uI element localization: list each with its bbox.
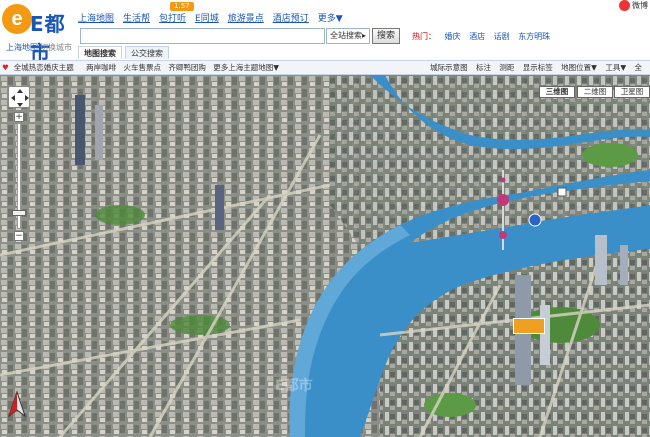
tool-position[interactable]: 地图位置▼: [561, 63, 597, 72]
map-type-3d[interactable]: 三维图: [539, 86, 575, 98]
north-arrow-icon: [8, 390, 26, 418]
nav-life[interactable]: 生活帮: [123, 11, 150, 24]
top-nav: 上海地图 生活帮 包打听 1.57 E同城 旅游景点 酒店预订 更多▼: [78, 2, 352, 24]
pan-arrows-icon: [11, 89, 29, 107]
zoom-slider-thumb[interactable]: [12, 210, 26, 216]
search-input[interactable]: [80, 28, 325, 44]
pan-control[interactable]: [8, 86, 30, 108]
map-tools: 城际示意图 标注 测距 显示标签 地图位置▼ 工具▼ 全: [430, 61, 648, 74]
tool-intercity[interactable]: 城际示意图: [430, 63, 468, 72]
theme-links: ♥ 全城热恋婚庆主题 两岸咖啡 火车售票点 齐卿鸭团购 更多上海主题地图▼: [2, 61, 284, 74]
theme-coffee[interactable]: 两岸咖啡: [86, 63, 116, 72]
heart-icon: ♥: [2, 63, 9, 72]
logo-e-icon: e: [2, 4, 32, 34]
map-type-satellite[interactable]: 卫星图: [614, 86, 650, 98]
map-watermark: E都市: [275, 378, 313, 394]
theme-more[interactable]: 更多上海主题地图▼: [213, 63, 279, 72]
nav-travel[interactable]: 旅游景点: [228, 11, 264, 24]
hot-item[interactable]: 酒店: [469, 32, 485, 41]
theme-wedding-label: 全城热恋婚庆主题: [13, 63, 74, 72]
map-3d-render: [0, 75, 650, 437]
search-scope-select[interactable]: 全站搜索▸: [326, 28, 370, 44]
zoom-out-button[interactable]: −: [14, 231, 24, 241]
tool-tools[interactable]: 工具▼: [605, 63, 626, 72]
nav-city[interactable]: E同城: [195, 11, 219, 24]
map-canvas[interactable]: E都市: [0, 75, 650, 437]
tool-mark[interactable]: 标注: [476, 63, 491, 72]
nav-ask-label: 包打听: [159, 14, 187, 24]
compass-icon: [5, 390, 29, 420]
nav-badge: 1.57: [170, 2, 194, 11]
search-button[interactable]: 搜索: [372, 28, 400, 44]
search-tabs: 地图搜索 公交搜索: [78, 46, 172, 59]
theme-train[interactable]: 火车售票点: [124, 63, 162, 72]
logo-subtitle: 上海地图 切换城市: [6, 42, 72, 53]
theme-toolbar: ♥ 全城热恋婚庆主题 两岸咖啡 火车售票点 齐卿鸭团购 更多上海主题地图▼ 城际示…: [0, 60, 650, 75]
header: e E都市 上海地图 切换城市 上海地图 生活帮 包打听 1.57 E同城 旅游景点…: [0, 0, 650, 65]
hot-item[interactable]: 婚庆: [445, 32, 461, 41]
hot-item[interactable]: 话剧: [494, 32, 510, 41]
nav-map[interactable]: 上海地图: [78, 11, 114, 24]
tab-bus-search[interactable]: 公交搜索: [125, 46, 169, 59]
hot-keywords: 热门： 婚庆 酒店 话剧 东方明珠: [412, 31, 556, 42]
tab-map-search[interactable]: 地图搜索: [78, 46, 122, 59]
hot-item[interactable]: 东方明珠: [518, 32, 550, 41]
tool-full[interactable]: 全: [635, 63, 643, 72]
nav-hotel[interactable]: 酒店预订: [273, 11, 309, 24]
zoom-in-button[interactable]: +: [14, 112, 24, 122]
nav-ask[interactable]: 包打听 1.57: [159, 2, 194, 24]
tool-labels[interactable]: 显示标签: [523, 63, 553, 72]
switch-city-link[interactable]: 切换城市: [40, 43, 72, 52]
weibo-label: 微博: [632, 1, 648, 10]
edushi-logo[interactable]: e E都市 上海地图 切换城市: [2, 4, 80, 65]
weibo-icon: [619, 0, 630, 11]
region-label: 上海地图: [6, 43, 38, 52]
poi-flag-marker[interactable]: [513, 318, 545, 334]
theme-wedding[interactable]: ♥ 全城热恋婚庆主题: [2, 63, 79, 72]
logo-brand: E都市: [30, 12, 66, 65]
map-type-2d[interactable]: 二维图: [577, 86, 613, 98]
weibo-link[interactable]: 微博: [619, 0, 648, 11]
theme-group[interactable]: 齐卿鸭团购: [168, 63, 206, 72]
nav-more[interactable]: 更多▼: [318, 11, 343, 24]
tool-measure[interactable]: 测距: [499, 63, 514, 72]
hot-label: 热门：: [412, 32, 436, 41]
